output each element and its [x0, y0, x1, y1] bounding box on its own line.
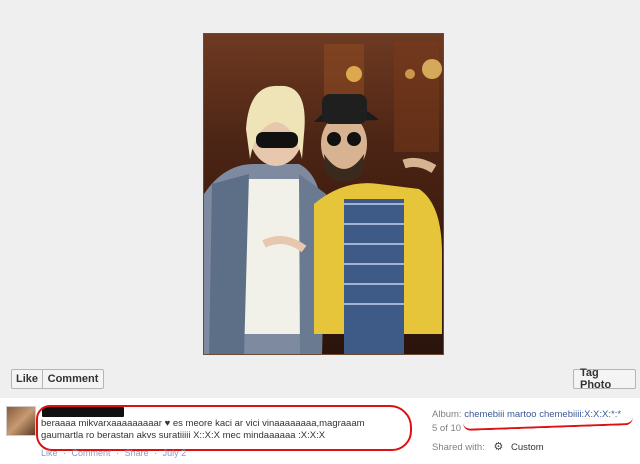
album-meta: Album: chemebiii martoo chemebiiii:X:X:X… [432, 408, 637, 454]
separator: · [116, 448, 120, 458]
comment-button[interactable]: Comment [42, 369, 104, 389]
author-name-redacted [42, 407, 124, 417]
post-actions: Like · Comment · Share · July 2 [41, 448, 189, 458]
comment-link[interactable]: Comment [72, 448, 111, 458]
like-button[interactable]: Like [11, 369, 43, 389]
photo-caption: beraaaa mikvarxaaaaaaaaar ♥ es meore kac… [41, 418, 365, 441]
gear-icon[interactable]: ⚙ [493, 440, 503, 454]
photo-info: beraaaa mikvarxaaaaaaaaar ♥ es meore kac… [0, 398, 640, 464]
share-link[interactable]: Share [125, 448, 149, 458]
avatar[interactable] [6, 406, 36, 436]
separator: · [63, 448, 67, 458]
shared-row: Shared with: ⚙ Custom [432, 440, 637, 454]
album-label: Album: [432, 409, 462, 420]
post-date[interactable]: July 2 [163, 448, 187, 458]
like-link[interactable]: Like [41, 448, 58, 458]
photo-stage: Like Comment Tag Photo [0, 0, 640, 398]
photo-image [204, 42, 442, 354]
privacy-value[interactable]: Custom [511, 442, 544, 453]
separator: · [154, 448, 158, 458]
photo[interactable] [203, 33, 444, 355]
shared-label: Shared with: [432, 442, 485, 453]
tag-photo-button[interactable]: Tag Photo [573, 367, 636, 391]
